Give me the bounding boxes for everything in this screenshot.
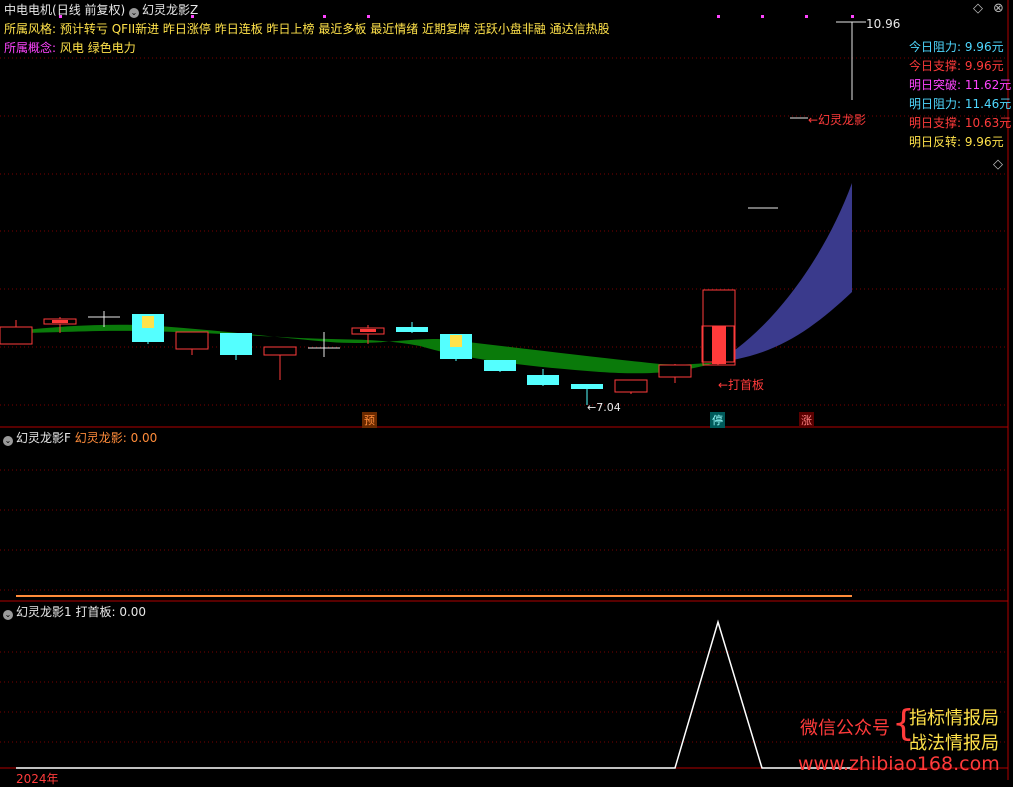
level-value: 11.46 xyxy=(961,97,1000,111)
candle-body xyxy=(263,346,297,356)
level-value: 9.96 xyxy=(961,59,992,73)
level-value: 9.96 xyxy=(961,135,992,149)
candle-body xyxy=(220,333,252,355)
level-label: 今日阻力: xyxy=(909,40,962,54)
level-panel: 今日阻力: 9.96元 今日支撑: 9.96元 明日突破: 11.62元 明日阻力: … xyxy=(909,38,1011,152)
level-label: 明日反转: xyxy=(909,135,962,149)
signal-dot xyxy=(367,15,370,18)
signal-mark xyxy=(142,316,154,328)
level-label: 明日突破: xyxy=(909,78,962,92)
indicator-name[interactable]: 幻灵龙影Z xyxy=(142,3,198,17)
concept-row: 所属概念: 风电 绿色电力 xyxy=(4,39,136,56)
level-value: 10.63 xyxy=(961,116,1000,130)
level-label: 今日支撑: xyxy=(909,59,962,73)
level-label: 明日阻力: xyxy=(909,97,962,111)
close-icon[interactable]: ⊗ xyxy=(993,1,1004,16)
level-unit: 元 xyxy=(999,97,1012,111)
year-label: 2024年 xyxy=(16,772,59,786)
concept-values: 风电 绿色电力 xyxy=(59,41,136,55)
signal-mark xyxy=(52,320,68,323)
stock-name: 中电电机 xyxy=(4,3,53,17)
candle-body xyxy=(0,326,33,345)
level-label: 明日支撑: xyxy=(909,116,962,130)
signal-dot xyxy=(805,15,808,18)
level-row: 明日支撑: 10.63元 xyxy=(909,114,1011,133)
level-unit: 元 xyxy=(991,135,1004,149)
panel-1-line xyxy=(16,619,852,769)
period-label: (日线 前复权) xyxy=(52,3,126,17)
candle-body xyxy=(396,327,428,332)
panel-1-name[interactable]: 幻灵龙影1 xyxy=(16,605,72,619)
watermark-line2: 战法情报局 xyxy=(909,733,999,754)
signal-mark xyxy=(450,335,462,347)
signal-dot xyxy=(851,15,854,18)
collapse-icon[interactable]: ◇ xyxy=(973,1,983,16)
signal-dot xyxy=(761,15,764,18)
first-board-label: ←打首板 xyxy=(718,378,765,392)
watermark-wechat: 微信公众号 xyxy=(800,718,890,739)
chevron-down-icon[interactable]: ⌄ xyxy=(3,436,13,446)
low-price-label: ←7.04 xyxy=(587,401,621,414)
chevron-down-icon[interactable]: ⌄ xyxy=(3,610,13,620)
panel-f-header: ⌄ 幻灵龙影F 幻灵龙影: 0.00 xyxy=(3,429,157,446)
candle-body xyxy=(571,384,603,389)
style-row: 所属风格: 预计转亏 QFII新进 昨日涨停 昨日连板 昨日上榜 最近多板 最近… xyxy=(4,20,610,37)
panel-f-series: 幻灵龙影: 0.00 xyxy=(74,431,158,445)
chevron-down-icon[interactable]: ⌄ xyxy=(129,8,140,18)
level-row: 明日阻力: 11.46元 xyxy=(909,95,1011,114)
settings-icon[interactable]: ◇ xyxy=(993,157,1003,172)
candle-body xyxy=(175,331,209,350)
chart-header: 中电电机(日线 前复权) ⌄ 幻灵龙影Z xyxy=(4,1,198,18)
candle-body xyxy=(658,364,692,378)
style-values: 预计转亏 QFII新进 昨日涨停 昨日连板 昨日上榜 最近多板 最近情绪 近期复… xyxy=(59,22,610,36)
level-unit: 元 xyxy=(999,116,1012,130)
tag-ting: 停 xyxy=(710,412,725,428)
signal-dot xyxy=(323,15,326,18)
level-row: 明日反转: 9.96元 xyxy=(909,133,1011,152)
panel-1-header: ⌄ 幻灵龙影1 打首板: 0.00 xyxy=(3,603,146,620)
watermark-url: www.zhibiao168.com xyxy=(798,753,1000,775)
level-row: 今日阻力: 9.96元 xyxy=(909,38,1011,57)
level-row: 明日突破: 11.62元 xyxy=(909,76,1011,95)
candle-body xyxy=(614,379,648,393)
level-unit: 元 xyxy=(999,78,1012,92)
candle-body xyxy=(527,375,559,385)
tag-zhang: 涨 xyxy=(799,412,814,428)
signal-mark xyxy=(360,329,376,332)
signal-dot xyxy=(717,15,720,18)
level-value: 11.62 xyxy=(961,78,1000,92)
panel-f-name[interactable]: 幻灵龙影F xyxy=(16,431,71,445)
level-row: 今日支撑: 9.96元 xyxy=(909,57,1011,76)
watermark-line1: 指标情报局 xyxy=(909,708,999,729)
tag-yu: 预 xyxy=(362,412,377,428)
style-label: 所属风格: xyxy=(4,22,57,36)
dragon-label: ←幻灵龙影 xyxy=(808,113,867,127)
level-unit: 元 xyxy=(991,59,1004,73)
high-price-label: 10.96 xyxy=(866,17,901,31)
level-unit: 元 xyxy=(991,40,1004,54)
limit-up-bar xyxy=(712,326,726,364)
level-value: 9.96 xyxy=(961,40,992,54)
concept-label: 所属概念: xyxy=(4,41,57,55)
candle-body xyxy=(484,360,516,371)
panel-1-series: 打首板: 0.00 xyxy=(75,605,147,619)
